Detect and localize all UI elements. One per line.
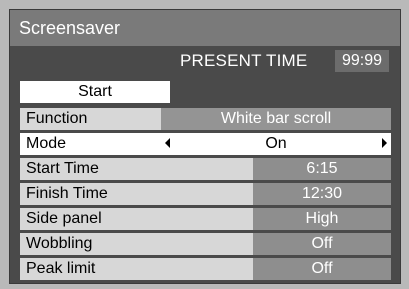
mode-value-box: On [161,133,391,155]
mode-row[interactable]: Mode On [20,133,391,155]
function-value: White bar scroll [161,108,391,130]
side-panel-value: High [253,208,391,230]
triangle-right-icon[interactable] [382,138,387,148]
side-panel-label: Side panel [20,208,253,230]
function-label: Function [20,108,161,130]
menu-title-bar: Screensaver [10,10,400,46]
peak-limit-row[interactable]: Peak limit Off [20,258,391,280]
start-time-row[interactable]: Start Time 6:15 [20,158,391,180]
peak-limit-value: Off [253,258,391,280]
finish-time-label: Finish Time [20,183,253,205]
start-time-label: Start Time [20,158,253,180]
function-row[interactable]: Function White bar scroll [20,108,391,130]
menu-title: Screensaver [19,18,121,38]
mode-selector[interactable]: On [161,133,391,155]
wobbling-value: Off [253,233,391,255]
present-time-value: 99:99 [335,50,389,72]
start-time-value: 6:15 [253,158,391,180]
finish-time-value: 12:30 [253,183,391,205]
peak-limit-label: Peak limit [20,258,253,280]
side-panel-row[interactable]: Side panel High [20,208,391,230]
wobbling-label: Wobbling [20,233,253,255]
screensaver-screen: Screensaver PRESENT TIME 99:99 Start Fun… [0,0,409,289]
screensaver-menu-panel: Screensaver PRESENT TIME 99:99 Start Fun… [9,9,401,284]
wobbling-row[interactable]: Wobbling Off [20,233,391,255]
present-time-label: PRESENT TIME [180,51,308,70]
present-time-row: PRESENT TIME 99:99 [10,50,400,72]
finish-time-row[interactable]: Finish Time 12:30 [20,183,391,205]
mode-label: Mode [20,133,161,155]
start-button[interactable]: Start [20,81,170,103]
mode-value: On [265,135,287,152]
